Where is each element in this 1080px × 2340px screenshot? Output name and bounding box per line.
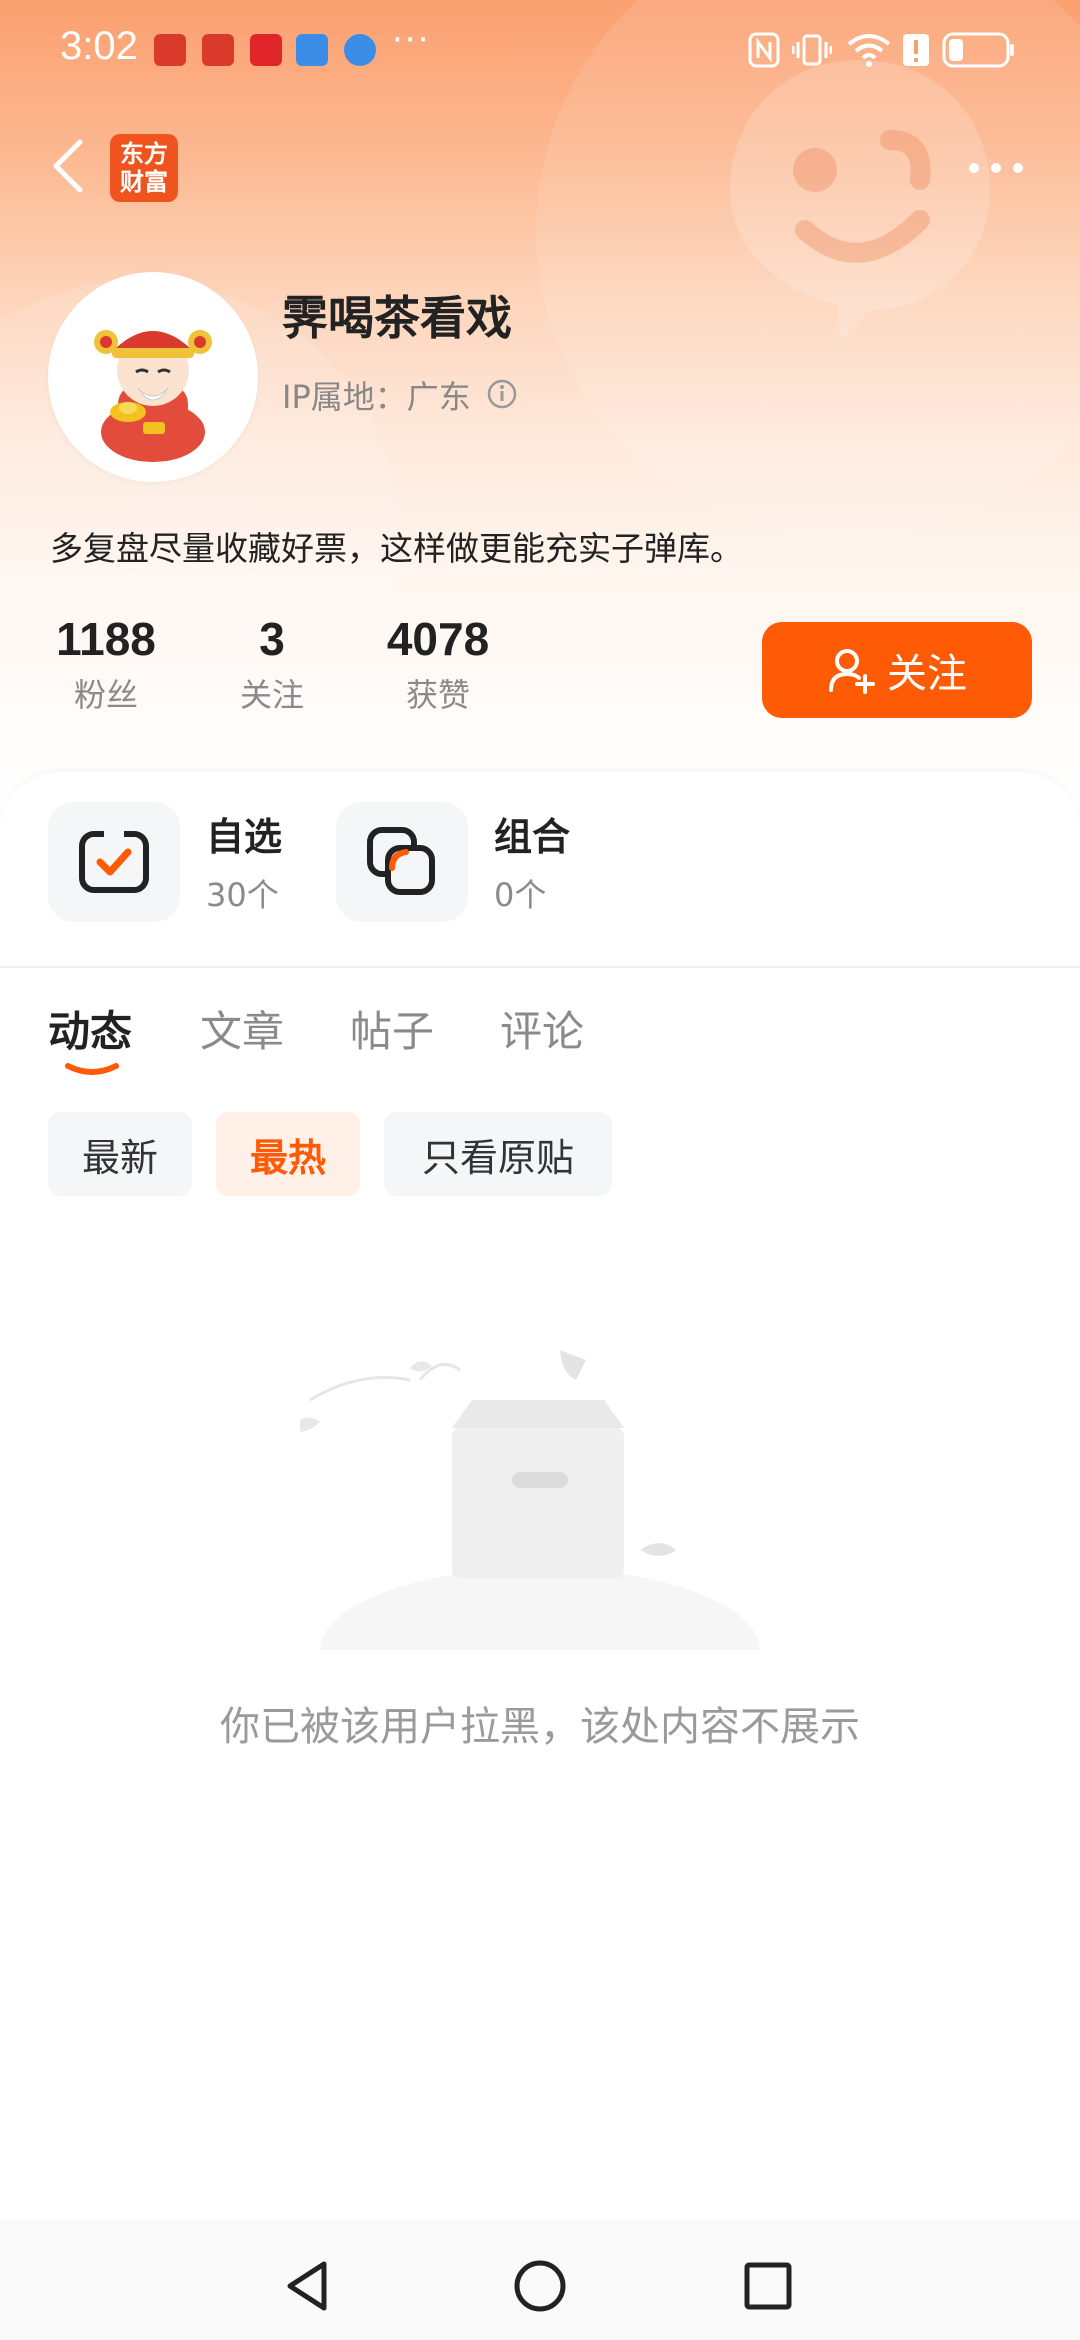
tab-comments[interactable]: 评论 — [500, 998, 584, 1059]
alert-icon — [903, 34, 929, 66]
recents-square-icon[interactable] — [738, 2256, 798, 2316]
active-tab-indicator — [65, 1063, 119, 1075]
notification-weather-icon — [296, 34, 328, 66]
section-divider — [0, 966, 1080, 968]
notification-browser-icon — [344, 34, 376, 66]
notification-app-icon — [202, 34, 234, 66]
tab-posts[interactable]: 帖子 — [350, 998, 434, 1059]
status-time: 3:02 — [60, 24, 138, 68]
empty-state-message: 你已被该用户拉黑，该处内容不展示 — [220, 1704, 860, 1750]
more-options-button[interactable] — [966, 150, 1026, 186]
back-button[interactable] — [46, 136, 90, 196]
filter-latest[interactable]: 最新 — [48, 1112, 192, 1196]
stat-value: 1188 — [56, 613, 156, 665]
portfolio-icon — [367, 827, 435, 895]
vibrate-icon — [792, 34, 832, 66]
watchlist-title: 自选 — [206, 815, 283, 859]
tab-articles[interactable]: 文章 — [200, 998, 284, 1059]
avatar-caishen-image — [94, 330, 212, 462]
profile-bio: 多复盘尽量收藏好票，这样做更能充实子弹库。 — [50, 529, 743, 568]
home-circle-icon[interactable] — [510, 2256, 570, 2316]
stat-following[interactable]: 3 关注 — [222, 612, 322, 716]
stat-value: 4078 — [386, 613, 490, 665]
watchlist-check-icon — [79, 828, 149, 893]
add-user-icon — [829, 649, 875, 694]
filter-hottest[interactable]: 最热 — [216, 1112, 360, 1196]
tab-activity[interactable]: 动态 — [48, 998, 132, 1059]
portfolio-title: 组合 — [494, 815, 571, 859]
notification-app-icon — [154, 34, 186, 66]
battery-icon — [942, 32, 1014, 68]
stat-likes[interactable]: 4078 获赞 — [378, 612, 498, 716]
stat-followers[interactable]: 1188 粉丝 — [48, 612, 164, 716]
notification-app-icon — [250, 34, 282, 66]
ip-location: IP属地：广东 — [282, 378, 471, 416]
app-logo: 东方 财富 — [110, 134, 178, 202]
portfolio-entry[interactable] — [336, 802, 468, 922]
info-icon[interactable] — [486, 378, 518, 410]
logo-text-line1: 东方 — [120, 140, 168, 168]
profile-username: 霁喝茶看戏 — [282, 291, 512, 345]
stat-label: 粉丝 — [73, 676, 138, 714]
filter-original-only[interactable]: 只看原贴 — [384, 1112, 612, 1196]
wifi-icon — [847, 34, 891, 67]
more-notifications-indicator: ··· — [392, 20, 431, 60]
stat-value: 3 — [259, 613, 285, 665]
avatar[interactable] — [48, 272, 258, 482]
portfolio-count: 0个 — [494, 876, 547, 914]
status-bar: 3:02 ··· — [0, 0, 1080, 100]
follow-button-label: 关注 — [887, 651, 967, 697]
empty-box-icon — [300, 1350, 760, 1650]
nfc-icon — [748, 32, 780, 68]
back-triangle-icon[interactable] — [278, 2256, 338, 2316]
watchlist-entry[interactable] — [48, 802, 180, 922]
stat-label: 获赞 — [405, 676, 470, 714]
follow-button[interactable]: 关注 — [762, 622, 1032, 718]
stat-label: 关注 — [239, 676, 304, 714]
watchlist-count: 30个 — [206, 876, 279, 914]
logo-text-line2: 财富 — [120, 168, 168, 196]
